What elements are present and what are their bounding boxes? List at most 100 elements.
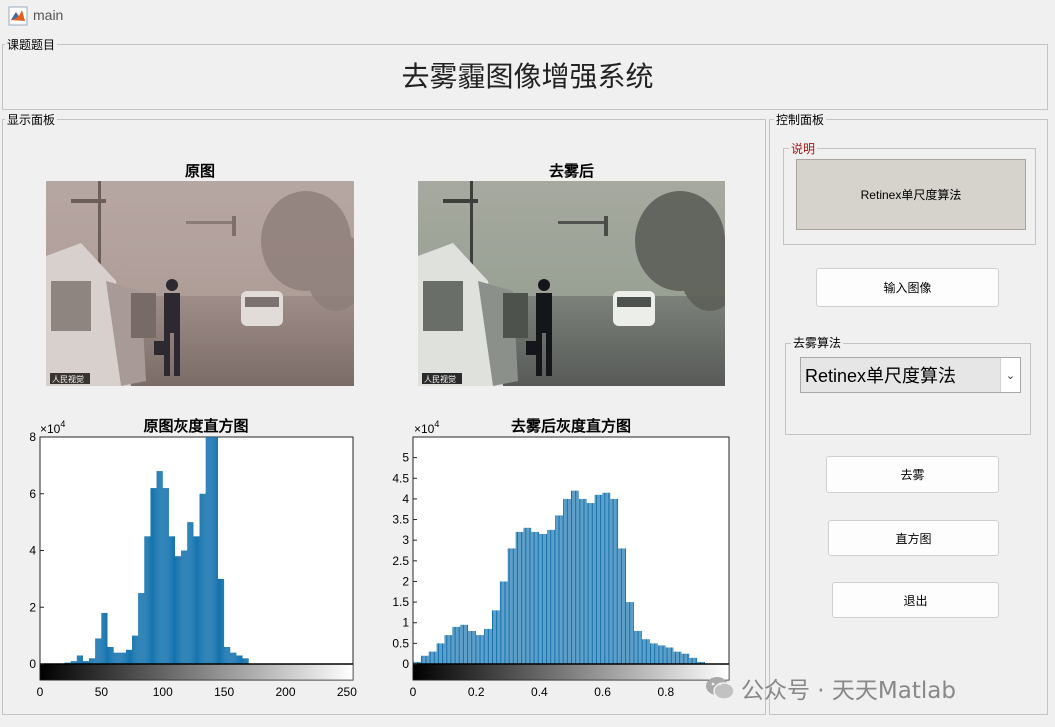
hist2-bar	[693, 657, 695, 664]
hist2-bar	[445, 635, 447, 664]
hist2-bar	[510, 548, 512, 664]
hist2-bar	[678, 651, 680, 664]
hist2-bar	[676, 651, 678, 664]
input-image-button[interactable]: 输入图像	[816, 268, 999, 307]
hist2-bar	[513, 548, 515, 664]
hist2-bar	[493, 610, 495, 664]
hist1-multiplier: ×104	[40, 419, 65, 436]
hist2-bar	[580, 498, 582, 664]
hist2-bar	[614, 498, 616, 664]
hist2-bar	[618, 548, 620, 664]
algorithm-selected-value: Retinex单尺度算法	[805, 366, 957, 386]
hist1-bar	[169, 536, 171, 664]
hist2-bar	[672, 647, 674, 664]
hist1-bar	[97, 638, 99, 664]
algorithm-select[interactable]: Retinex单尺度算法 ⌄	[800, 357, 1021, 393]
description-label: 说明	[789, 142, 818, 156]
hist1-bar	[80, 655, 82, 664]
hist2-bar	[447, 635, 449, 664]
hist2-bar	[539, 533, 541, 664]
hist2-bar	[671, 647, 673, 664]
hist2-bar	[663, 645, 665, 664]
hist2-bar	[503, 581, 505, 664]
window-title: main	[33, 7, 64, 23]
hist1-bar	[190, 522, 192, 664]
hist1-bar	[147, 536, 149, 664]
hist1-ytick-label: 4	[29, 544, 36, 558]
hist2-bar	[477, 635, 479, 664]
hist2-bar	[547, 529, 549, 664]
hist1-bar	[206, 437, 208, 664]
hist2-bar	[634, 630, 636, 664]
hist2-bar	[643, 639, 645, 664]
hist2-bar	[494, 610, 496, 664]
hist1-bar	[184, 550, 186, 664]
description-text: Retinex单尺度算法	[796, 159, 1026, 230]
hist2-bar	[439, 643, 441, 664]
hist1-bar	[186, 550, 188, 664]
hist1-bar	[141, 593, 143, 664]
hist1-bar	[241, 655, 243, 664]
hist1-bar	[191, 522, 193, 664]
hist2-bar	[497, 610, 499, 664]
hist1-bar	[100, 638, 102, 664]
hist2-bar	[456, 626, 458, 664]
hist2-xtick-label: 0.2	[468, 685, 485, 699]
hist2-bar	[644, 639, 646, 664]
hist2-bar	[534, 531, 536, 664]
hist2-bar	[624, 548, 626, 664]
hist1-bar	[118, 652, 120, 664]
hist1-bar	[221, 578, 223, 664]
hist2-bar	[632, 602, 634, 664]
chevron-down-icon[interactable]: ⌄	[1000, 358, 1020, 392]
hist2-bar	[592, 503, 594, 664]
hist2-ytick-label: 0	[402, 657, 409, 671]
hist2-bar	[647, 639, 649, 664]
hist2-bar	[542, 533, 544, 664]
hist1-bar	[231, 652, 233, 664]
hist2-bar	[599, 494, 601, 664]
hist1-bar	[138, 593, 140, 664]
hist2-bar	[571, 490, 572, 664]
hist1-bar	[136, 635, 138, 664]
hist2-bar	[523, 527, 525, 664]
hist1-bar	[246, 658, 248, 664]
hist2-bar	[505, 581, 507, 664]
hist2-chart: ×104 00.20.40.60.8100.511.522.533.544.55	[392, 419, 732, 699]
hist1-bar	[210, 437, 212, 664]
hist2-bar	[692, 657, 694, 664]
hist2-bar	[573, 490, 575, 664]
hist2-bar	[422, 655, 424, 664]
hist1-bar	[106, 612, 108, 664]
hist1-bar	[153, 488, 155, 664]
hist2-bar	[548, 529, 550, 664]
hist2-bar	[589, 503, 591, 664]
hist2-bar	[507, 548, 509, 664]
hist1-bar	[137, 635, 139, 664]
hist2-bar	[430, 651, 432, 664]
hist2-bar	[498, 610, 500, 664]
hist1-xtick-label: 100	[153, 685, 173, 699]
hist2-bar	[650, 643, 651, 664]
hist2-bar	[686, 653, 688, 664]
hist1-bar	[103, 612, 105, 664]
dehaze-button[interactable]: 去雾	[826, 456, 999, 493]
hist2-bar	[517, 531, 519, 664]
histogram-button[interactable]: 直方图	[828, 520, 999, 556]
hist1-bar	[165, 488, 167, 664]
hist1-bar	[104, 612, 106, 664]
hist2-bar	[484, 628, 486, 664]
exit-button[interactable]: 退出	[832, 582, 999, 618]
hist2-bar	[436, 643, 438, 664]
hist2-bar	[478, 635, 480, 664]
hist2-bar	[584, 498, 586, 664]
hist2-bar	[615, 498, 617, 664]
hist2-bar	[514, 548, 516, 664]
hist1-bar	[226, 646, 228, 664]
hist2-bar	[568, 498, 570, 664]
hist1-bar	[182, 550, 184, 664]
hist2-bar	[495, 610, 497, 664]
hist1-bar	[145, 536, 147, 664]
hist1-bar	[205, 437, 207, 664]
hist2-bar	[594, 494, 596, 664]
